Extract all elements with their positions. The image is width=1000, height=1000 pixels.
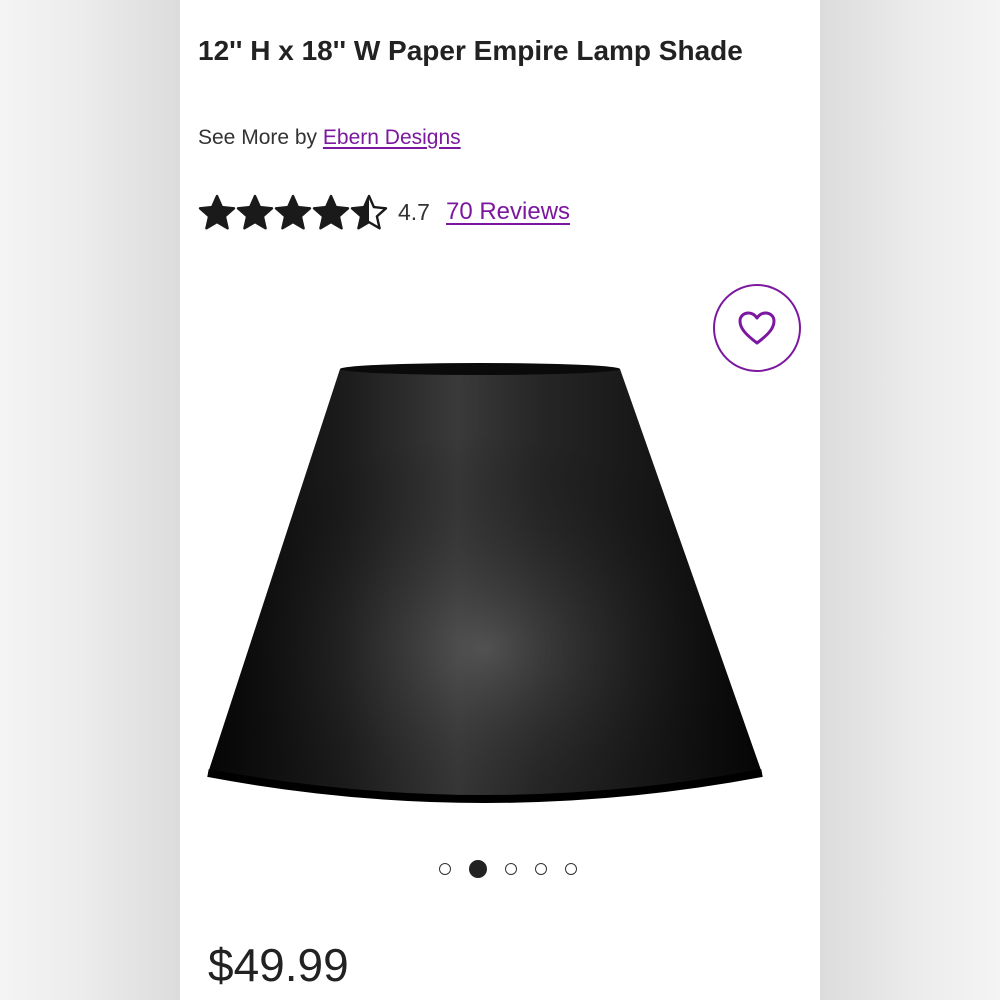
product-title: 12'' H x 18'' W Paper Empire Lamp Shade bbox=[198, 35, 743, 66]
product-page: 12'' H x 18'' W Paper Empire Lamp Shade … bbox=[180, 0, 820, 1000]
heart-outline-icon bbox=[738, 311, 776, 345]
byline-prefix: See More by bbox=[198, 126, 318, 149]
rating-summary: 4.7 70 Reviews bbox=[198, 192, 570, 232]
gallery-dot[interactable] bbox=[469, 860, 487, 878]
star-icon bbox=[350, 194, 388, 230]
product-price: $49.99 bbox=[208, 939, 349, 991]
reviews-link[interactable]: 70 Reviews bbox=[446, 198, 570, 226]
background-blur-left bbox=[0, 0, 180, 1000]
rating-stars bbox=[198, 194, 388, 230]
star-icon bbox=[274, 194, 312, 230]
star-icon bbox=[198, 194, 236, 230]
star-icon bbox=[236, 194, 274, 230]
brand-link[interactable]: Ebern Designs bbox=[323, 126, 461, 149]
rating-value: 4.7 bbox=[398, 198, 430, 225]
gallery-dot[interactable] bbox=[439, 863, 451, 875]
product-image-lamp-shade[interactable] bbox=[200, 355, 770, 825]
brand-byline: See More by Ebern Designs bbox=[198, 126, 461, 150]
gallery-dot[interactable] bbox=[535, 863, 547, 875]
gallery-dot[interactable] bbox=[565, 863, 577, 875]
star-icon bbox=[312, 194, 350, 230]
gallery-pagination bbox=[430, 860, 586, 878]
gallery-dot[interactable] bbox=[505, 863, 517, 875]
background-blur-right bbox=[820, 0, 1000, 1000]
